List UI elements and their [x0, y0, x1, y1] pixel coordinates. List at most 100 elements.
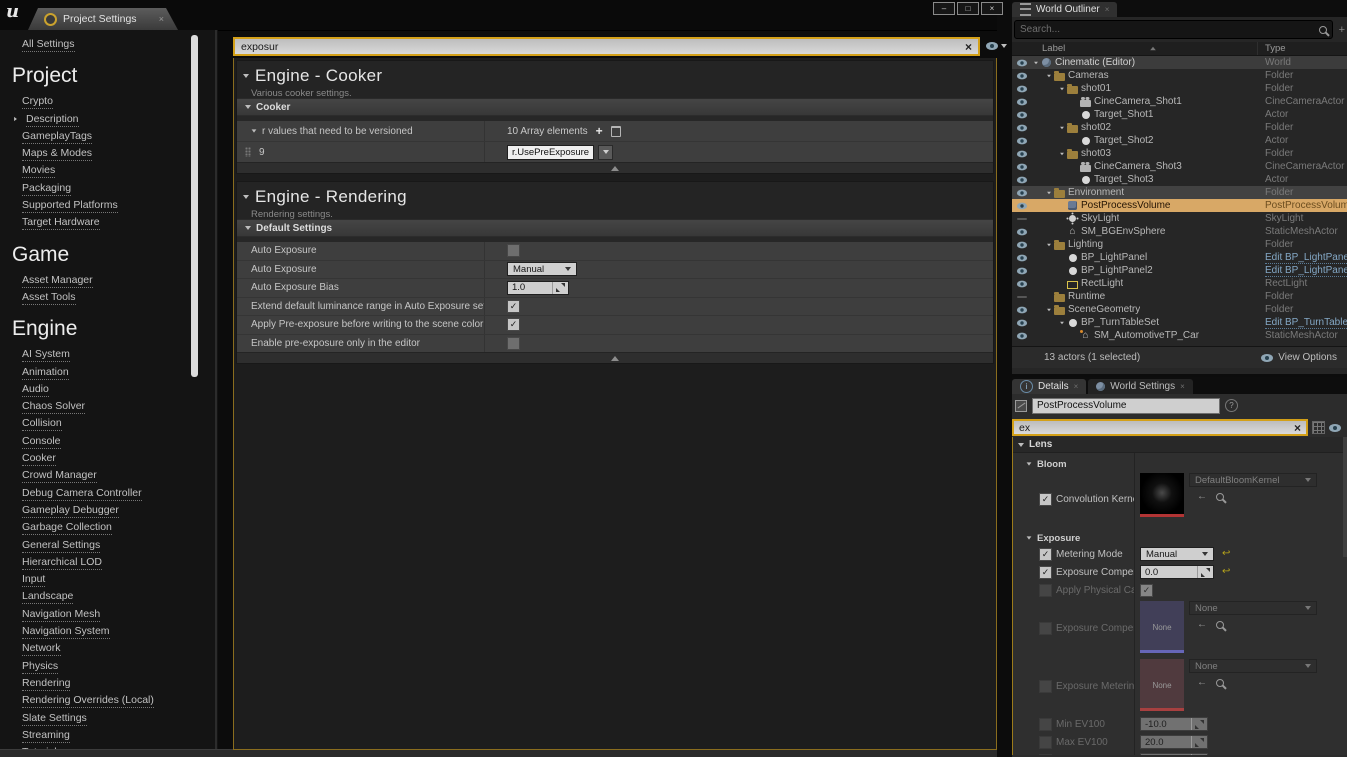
outliner-row-postprocessvolume[interactable]: PostProcessVolumePostProcessVolume [1012, 199, 1347, 212]
expander[interactable] [1058, 126, 1066, 130]
sidebar-item-physics[interactable]: Physics [22, 660, 218, 677]
actor-name-field[interactable]: PostProcessVolume [1032, 398, 1220, 414]
section-header[interactable]: Engine - Cooker [237, 61, 993, 86]
tab-project-settings[interactable]: Project Settings × [28, 8, 178, 30]
pin-icon[interactable]: + [1339, 24, 1345, 36]
sidebar-item-streaming[interactable]: Streaming [22, 729, 218, 746]
outliner-row-cinecamera-shot1[interactable]: CineCamera_Shot1CineCameraActor [1012, 95, 1347, 108]
sidebar-item-navigation-mesh[interactable]: Navigation Mesh [22, 608, 218, 625]
outliner-row-target-shot1[interactable]: Target_Shot1Actor [1012, 108, 1347, 121]
property-row-enable-pre-exposure-only-in-the-editor[interactable]: Enable pre-exposure only in the editor [237, 335, 993, 353]
outliner-row-sm-bgenvsphere[interactable]: ⌂SM_BGEnvSphereStaticMeshActor [1012, 225, 1347, 238]
sidebar-item-packaging[interactable]: Packaging [22, 182, 218, 199]
visibility-toggle[interactable] [1012, 124, 1032, 132]
column-divider[interactable] [1257, 42, 1258, 55]
sidebar-item-garbage-collection[interactable]: Garbage Collection [22, 521, 218, 538]
minimize-button[interactable]: – [933, 2, 955, 15]
sidebar-item-all-settings[interactable]: All Settings [22, 38, 218, 55]
property-row-auto-exposure[interactable]: Auto Exposure [237, 242, 993, 261]
sidebar-item-movies[interactable]: Movies [22, 164, 218, 181]
expander[interactable] [1045, 191, 1053, 195]
details-search-input[interactable]: ex × [1012, 419, 1308, 436]
outliner-row-target-shot2[interactable]: Target_Shot2Actor [1012, 134, 1347, 147]
browse-asset-icon[interactable] [1216, 621, 1224, 629]
outliner-row-target-shot3[interactable]: Target_Shot3Actor [1012, 173, 1347, 186]
sidebar-item-audio[interactable]: Audio [22, 383, 218, 400]
asset-thumbnail[interactable] [1140, 473, 1184, 517]
sidebar-item-ai-system[interactable]: AI System [22, 348, 218, 365]
visibility-toggle[interactable] [1012, 332, 1032, 340]
visibility-toggle[interactable] [1012, 218, 1032, 220]
sidebar-item-supported-platforms[interactable]: Supported Platforms [22, 199, 218, 216]
outliner-row-skylight[interactable]: SkyLightSkyLight [1012, 212, 1347, 225]
sidebar-item-gameplaytags[interactable]: GameplayTags [22, 130, 218, 147]
help-icon[interactable]: ? [1225, 399, 1238, 412]
checkbox[interactable]: ✓ [1039, 548, 1052, 561]
sidebar-item-animation[interactable]: Animation [22, 366, 218, 383]
number-spinner[interactable]: 20.0 [1140, 735, 1208, 749]
add-element-icon[interactable]: + [596, 124, 603, 138]
sidebar-item-slate-settings[interactable]: Slate Settings [22, 712, 218, 729]
property-row-rvalues[interactable]: r values that need to be versioned 10 Ar… [237, 121, 993, 142]
details-row-speed-up[interactable]: Speed Up5.0 [1013, 751, 1347, 755]
edit-blueprint-link[interactable]: Edit BP_TurnTableSet [1265, 317, 1347, 329]
sidebar-item-navigation-system[interactable]: Navigation System [22, 625, 218, 642]
property-row-auto-exposure[interactable]: Auto ExposureManual [237, 261, 993, 280]
reset-to-default-icon[interactable]: ↩ [1222, 567, 1230, 577]
expander[interactable] [1045, 243, 1053, 247]
checkbox[interactable] [1039, 718, 1052, 731]
expander[interactable] [1058, 321, 1066, 325]
asset-thumbnail[interactable]: None [1140, 601, 1184, 653]
sidebar-item-input[interactable]: Input [22, 573, 218, 590]
sidebar-item-rendering[interactable]: Rendering [22, 677, 218, 694]
outliner-row-cinecamera-shot3[interactable]: CineCamera_Shot3CineCameraActor [1012, 160, 1347, 173]
dropdown[interactable]: Manual [1140, 547, 1214, 561]
element-dropdown-button[interactable] [598, 145, 613, 160]
number-spinner[interactable]: 5.0 [1140, 753, 1208, 755]
details-category-lens[interactable]: Lens [1013, 437, 1347, 453]
visibility-toggle[interactable] [1012, 98, 1032, 106]
checkbox[interactable] [1039, 754, 1052, 756]
details-row-exposure-compensation[interactable]: ✓Exposure Compensation0.0↩ [1013, 563, 1347, 581]
checkbox[interactable] [1039, 584, 1052, 597]
checkbox[interactable]: ✓ [507, 300, 520, 313]
details-row-exposure-compensation[interactable]: Exposure CompensationNoneNone← [1013, 599, 1347, 657]
visibility-toggle[interactable] [1012, 150, 1032, 158]
visibility-toggle[interactable] [1012, 85, 1032, 93]
settings-visibility-filter[interactable] [986, 42, 1007, 50]
checkbox[interactable]: ✓ [1140, 584, 1153, 597]
sidebar-item-chaos-solver[interactable]: Chaos Solver [22, 400, 218, 417]
details-category-bloom[interactable]: Bloom [1013, 457, 1347, 471]
visibility-toggle[interactable] [1012, 72, 1032, 80]
checkbox[interactable] [1039, 622, 1052, 635]
sidebar-item-cooker[interactable]: Cooker [22, 452, 218, 469]
category-default-settings[interactable]: Default Settings [237, 219, 993, 237]
sidebar-item-general-settings[interactable]: General Settings [22, 539, 218, 556]
outliner-row-runtime[interactable]: RuntimeFolder [1012, 290, 1347, 303]
sidebar-item-crowd-manager[interactable]: Crowd Manager [22, 469, 218, 486]
sidebar-item-console[interactable]: Console [22, 435, 218, 452]
visibility-toggle[interactable] [1012, 319, 1032, 327]
edit-blueprint-link[interactable]: Edit BP_LightPanel [1265, 252, 1347, 264]
close-tab-icon[interactable]: × [159, 14, 164, 24]
checkbox[interactable]: ✓ [507, 318, 520, 331]
expand-arrow-icon[interactable] [14, 116, 24, 120]
details-row-metering-mode[interactable]: ✓Metering ModeManual↩ [1013, 545, 1347, 563]
dropdown[interactable]: DefaultBloomKernel [1189, 473, 1317, 487]
element-value-input[interactable]: r.UsePreExposure [507, 145, 594, 160]
outliner-row-cinematic-editor[interactable]: Cinematic (Editor)World [1012, 56, 1347, 69]
collapse-strip[interactable] [237, 162, 993, 173]
number-spinner[interactable]: -10.0 [1140, 717, 1208, 731]
clear-search-icon[interactable]: × [965, 42, 972, 52]
visibility-toggle[interactable] [1012, 163, 1032, 171]
visibility-toggle[interactable] [1012, 176, 1032, 184]
details-row-apply-physical-camera[interactable]: Apply Physical Camera✓ [1013, 581, 1347, 599]
visibility-toggle[interactable] [1012, 254, 1032, 262]
outliner-row-shot03[interactable]: shot03Folder [1012, 147, 1347, 160]
tab-details[interactable]: i Details × [1012, 379, 1086, 394]
sidebar-item-debug-camera-controller[interactable]: Debug Camera Controller [22, 487, 218, 504]
clear-search-icon[interactable]: × [1294, 423, 1301, 433]
sidebar-item-target-hardware[interactable]: Target Hardware [22, 216, 218, 233]
checkbox[interactable] [1039, 680, 1052, 693]
visibility-toggle[interactable] [1012, 202, 1032, 210]
